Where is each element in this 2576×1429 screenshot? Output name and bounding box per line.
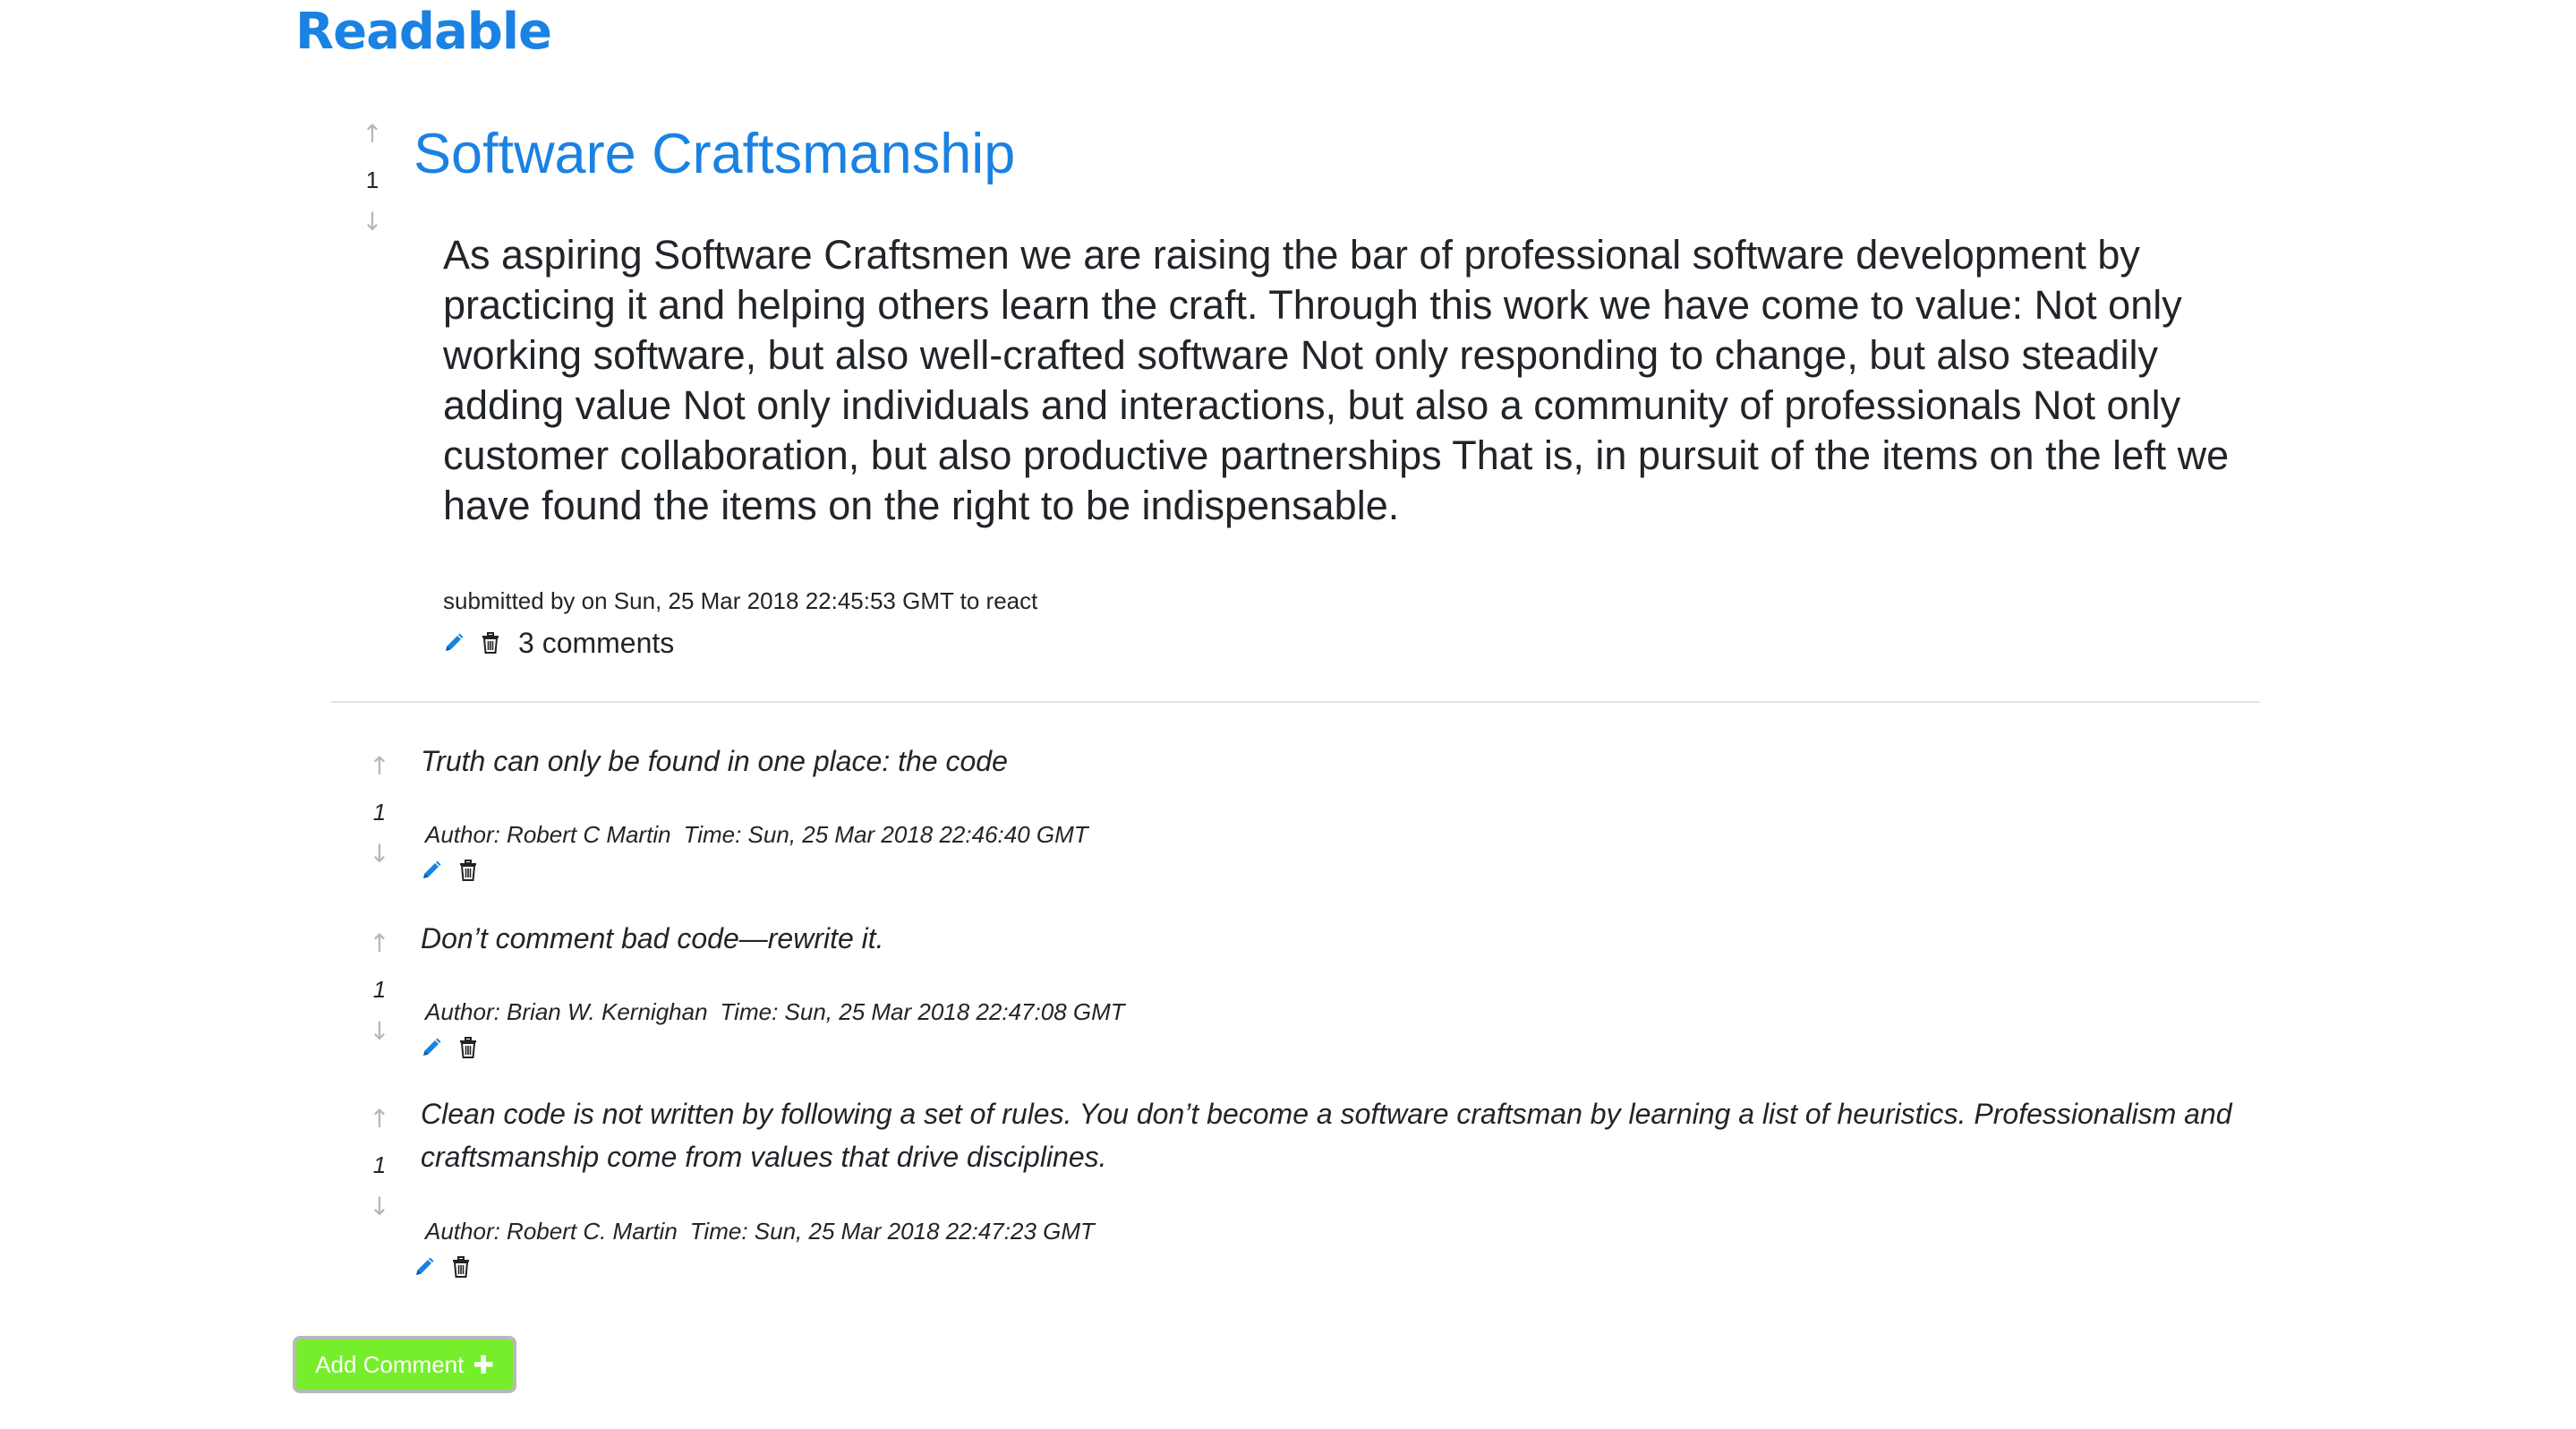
app-brand[interactable]: Readable xyxy=(295,0,552,64)
pencil-icon[interactable] xyxy=(414,1256,435,1278)
comments-count-link[interactable]: 3 comments xyxy=(518,625,674,661)
trash-icon[interactable] xyxy=(458,1037,478,1058)
add-comment-button[interactable]: Add Comment ✚ xyxy=(293,1336,516,1393)
comment-time: Time: Sun, 25 Mar 2018 22:46:40 GMT xyxy=(683,821,1088,848)
comment-vote-control: ↑ 1 ↓ xyxy=(362,1107,397,1219)
arrow-down-icon[interactable]: ↓ xyxy=(369,1019,389,1044)
post-vote-score: 1 xyxy=(365,167,380,193)
post-submitted-info: submitted by on Sun, 25 Mar 2018 22:45:5… xyxy=(443,587,1038,614)
comment-author: Author: Robert C Martin xyxy=(425,821,671,848)
comment-body: Clean code is not written by following a… xyxy=(421,1098,2232,1173)
trash-icon[interactable] xyxy=(458,860,478,881)
post-vote-control: ↑ 1 ↓ xyxy=(354,122,390,235)
comment-vote-score: 1 xyxy=(372,976,387,1003)
comment-actions xyxy=(414,1256,471,1278)
comment-time: Time: Sun, 25 Mar 2018 22:47:23 GMT xyxy=(689,1218,1095,1245)
comment-author: Author: Brian W. Kernighan xyxy=(425,998,708,1025)
post-body: As aspiring Software Craftsmen we are ra… xyxy=(443,232,2230,528)
arrow-up-icon[interactable]: ↑ xyxy=(362,122,382,147)
arrow-up-icon[interactable]: ↑ xyxy=(369,931,389,956)
arrow-up-icon[interactable]: ↑ xyxy=(369,1107,389,1132)
comment-vote-control: ↑ 1 ↓ xyxy=(362,931,397,1044)
comment-meta: Author: Robert C. Martin Time: Sun, 25 Ma… xyxy=(425,1216,1095,1246)
comment-vote-score: 1 xyxy=(372,1151,387,1178)
trash-icon[interactable] xyxy=(451,1256,471,1278)
pencil-icon[interactable] xyxy=(443,632,465,654)
arrow-down-icon[interactable]: ↓ xyxy=(369,842,389,867)
arrow-down-icon[interactable]: ↓ xyxy=(369,1194,389,1219)
plus-icon: ✚ xyxy=(473,1350,494,1379)
comment-actions xyxy=(421,1037,478,1058)
post-title[interactable]: Software Craftsmanship xyxy=(414,118,1015,190)
pencil-icon[interactable] xyxy=(421,1037,442,1058)
post-divider xyxy=(331,701,2260,703)
comment-body: Truth can only be found in one place: th… xyxy=(421,745,1008,777)
comment-actions xyxy=(421,860,478,881)
comment-author: Author: Robert C. Martin xyxy=(425,1218,678,1245)
comment-vote-score: 1 xyxy=(372,799,387,826)
comment-time: Time: Sun, 25 Mar 2018 22:47:08 GMT xyxy=(720,998,1125,1025)
comment-meta: Author: Brian W. Kernighan Time: Sun, 25 … xyxy=(425,997,1125,1027)
pencil-icon[interactable] xyxy=(421,860,442,881)
comment-body: Don’t comment bad code—rewrite it. xyxy=(421,922,884,954)
arrow-up-icon[interactable]: ↑ xyxy=(369,754,389,779)
trash-icon[interactable] xyxy=(481,632,500,654)
comment-vote-control: ↑ 1 ↓ xyxy=(362,754,397,867)
comment-meta: Author: Robert C Martin Time: Sun, 25 Mar… xyxy=(425,819,1088,850)
add-comment-label: Add Comment xyxy=(315,1350,465,1378)
arrow-down-icon[interactable]: ↓ xyxy=(362,210,382,235)
post-actions: 3 comments xyxy=(443,625,674,661)
